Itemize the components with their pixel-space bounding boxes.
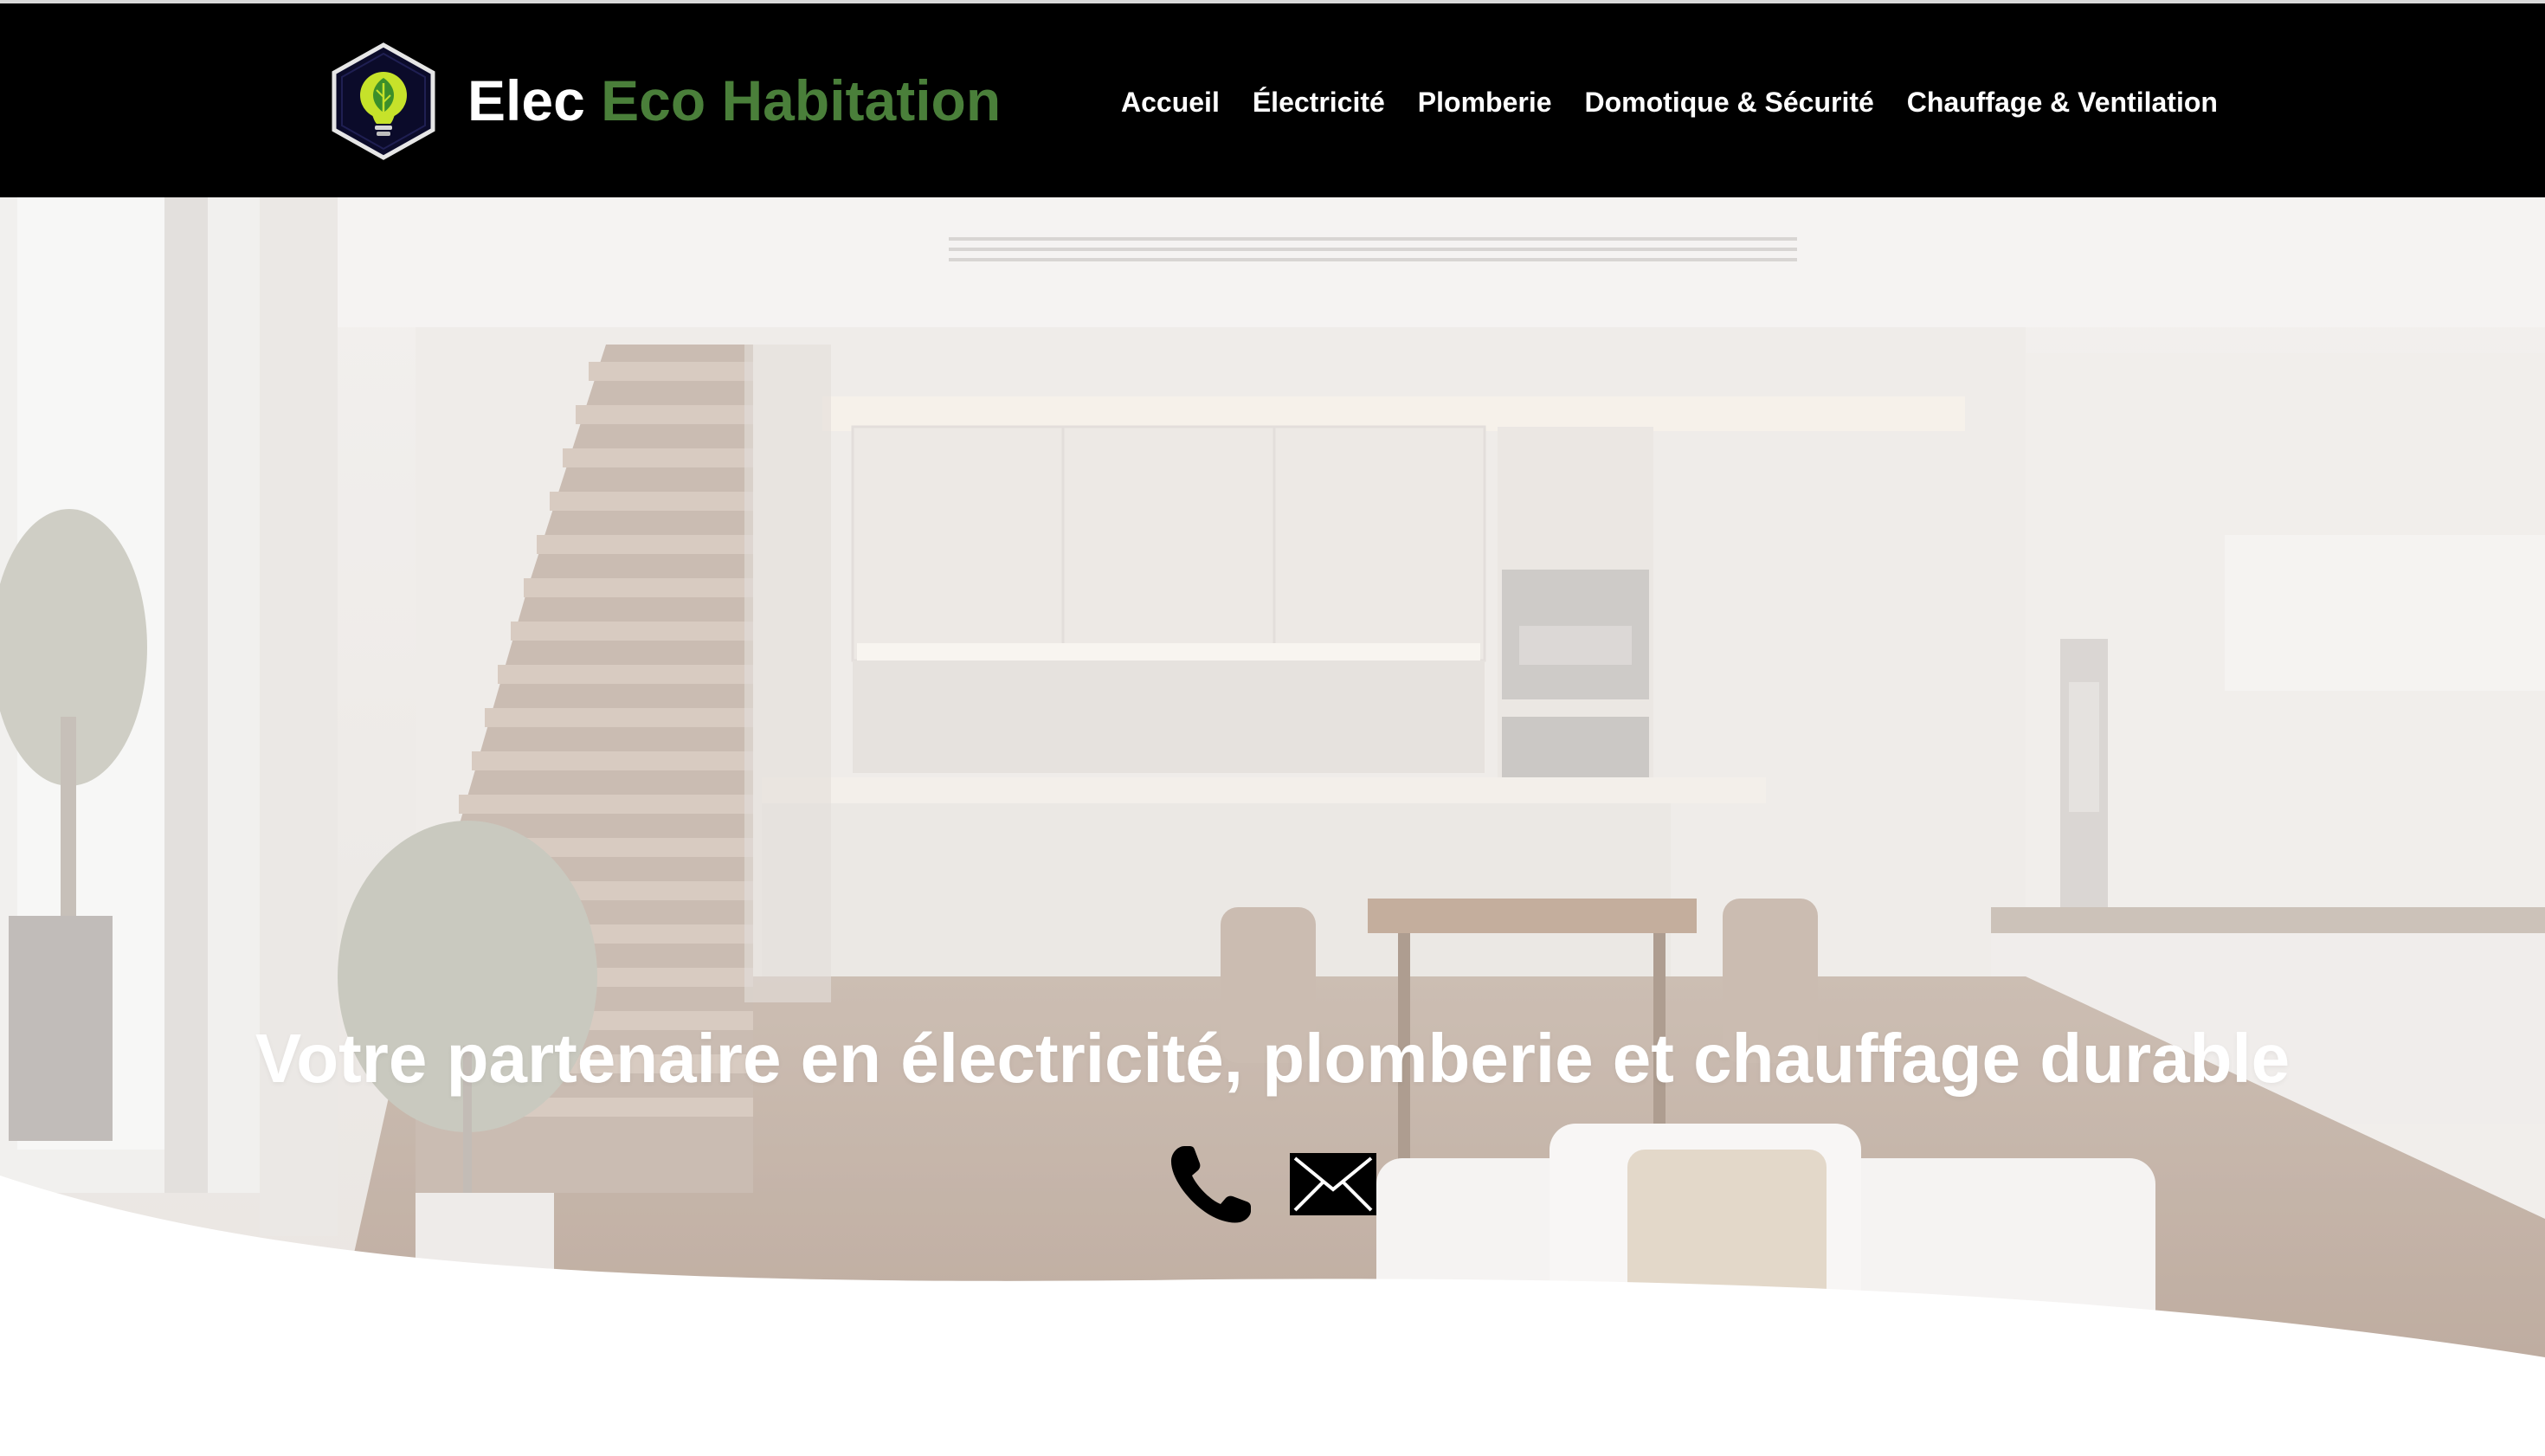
brand-name-part2: Eco Habitation xyxy=(601,68,1002,132)
nav-item-electricite[interactable]: Électricité xyxy=(1253,83,1385,121)
phone-icon[interactable] xyxy=(1167,1143,1253,1226)
contact-icons xyxy=(1167,1143,1383,1229)
site-header: Elec Eco Habitation Accueil Électricité … xyxy=(0,3,2545,197)
nav-item-accueil[interactable]: Accueil xyxy=(1121,83,1220,121)
mail-icon[interactable] xyxy=(1288,1151,1378,1217)
nav-item-chauffage-ventilation[interactable]: Chauffage & Ventilation xyxy=(1907,83,2218,121)
hero-section: Votre partenaire en électricité, plomber… xyxy=(0,197,2545,1366)
brand-name-part1: Elec xyxy=(467,68,585,132)
logo-icon[interactable] xyxy=(329,42,438,161)
hero-title: Votre partenaire en électricité, plomber… xyxy=(254,1020,2290,1097)
main-menu: Accueil Électricité Plomberie Domotique … xyxy=(1121,83,2251,121)
brand-name[interactable]: Elec Eco Habitation xyxy=(467,66,1001,135)
nav-item-plomberie[interactable]: Plomberie xyxy=(1418,83,1552,121)
nav-item-domotique-securite[interactable]: Domotique & Sécurité xyxy=(1585,83,1874,121)
